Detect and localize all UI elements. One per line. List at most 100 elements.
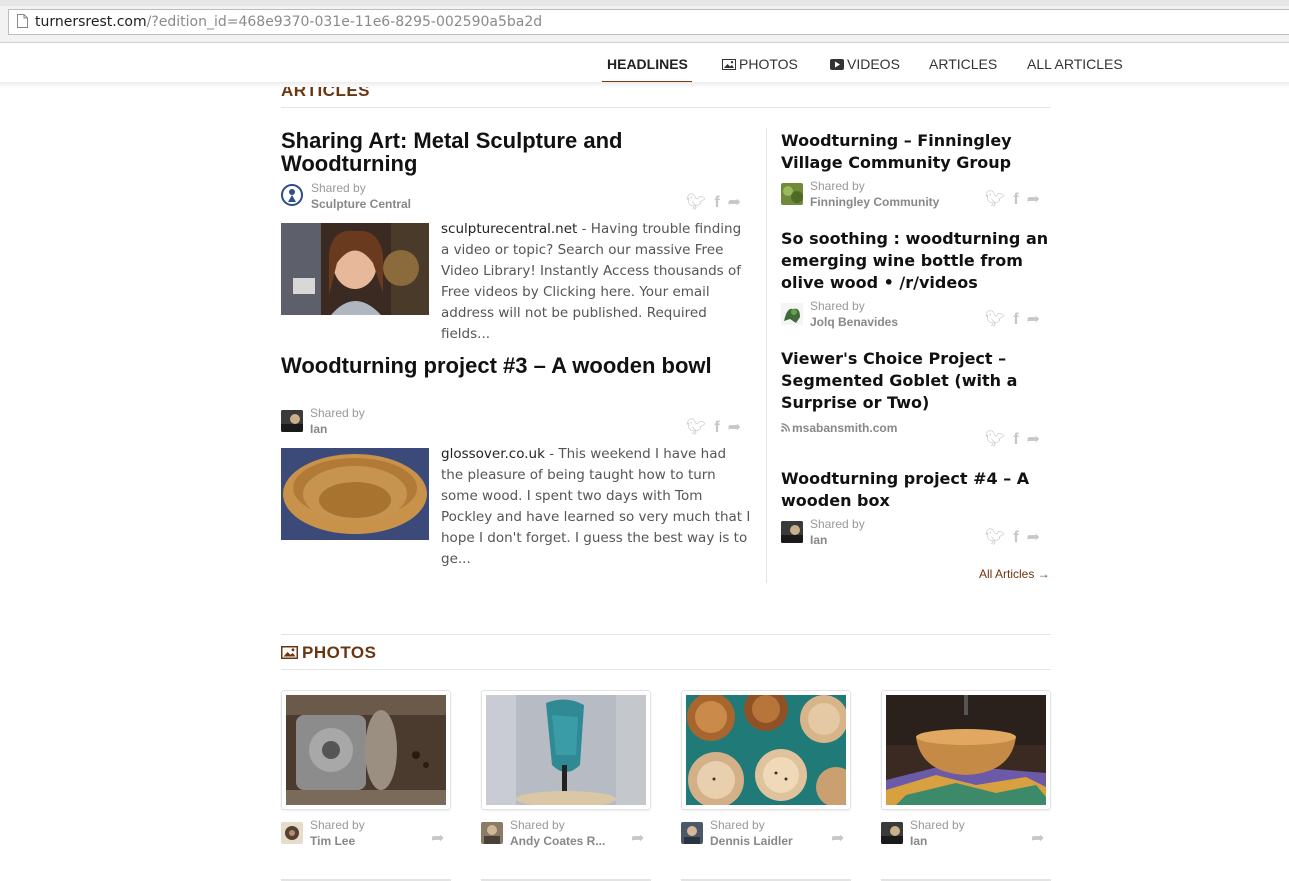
social-actions: 🐦︎ f ➦ [678, 192, 741, 212]
social-actions: ➦ [623, 828, 644, 848]
twitter-icon[interactable]: 🐦︎ [985, 429, 1005, 449]
page-icon [17, 14, 28, 28]
avatar [281, 184, 303, 206]
share-icon[interactable]: ➦ [1027, 309, 1040, 329]
photo-card[interactable] [281, 690, 451, 810]
article-title[interactable]: Sharing Art: Metal Sculpture and Woodtur… [281, 129, 751, 175]
article-excerpt-text: - This weekend I have had the pleasure o… [441, 446, 751, 567]
avatar [681, 822, 703, 844]
divider [281, 669, 1051, 670]
rss-icon [781, 423, 790, 432]
share-icon[interactable]: ➦ [728, 192, 741, 212]
image-icon [281, 646, 298, 659]
side-article-title[interactable]: Viewer's Choice Project – Segmented Gobl… [781, 348, 1051, 414]
share-icon[interactable]: ➦ [1027, 189, 1040, 209]
tab-strip [0, 0, 1289, 6]
avatar [781, 183, 803, 205]
article-thumbnail[interactable] [281, 223, 429, 315]
facebook-icon[interactable]: f [1013, 431, 1018, 449]
photo-card[interactable] [881, 690, 1051, 810]
url-host: turnersrest.com [35, 14, 147, 30]
url-path: /?edition_id=468e9370-031e-11e6-8295-002… [146, 14, 543, 30]
facebook-icon[interactable]: f [714, 419, 719, 437]
social-actions: ➦ [1023, 828, 1044, 848]
column-divider [766, 128, 767, 583]
social-actions: 🐦︎ f ➦ [977, 429, 1040, 449]
article-thumbnail[interactable] [281, 448, 429, 540]
share-icon[interactable]: ➦ [831, 828, 844, 848]
side-article-title[interactable]: So soothing : woodturning an emerging wi… [781, 228, 1056, 294]
avatar [281, 822, 303, 844]
share-icon[interactable]: ➦ [1031, 828, 1044, 848]
photo-thumbnail[interactable] [286, 695, 446, 805]
address-bar[interactable]: turnersrest.com/?edition_id=468e9370-031… [8, 9, 1289, 35]
shared-by-name[interactable]: Finningley Community [810, 195, 939, 209]
shared-by-label: Shared by [810, 299, 865, 313]
avatar [481, 822, 503, 844]
article-title[interactable]: Woodturning project #3 – A wooden bowl [281, 354, 751, 377]
shared-by-name[interactable]: Andy Coates R... [510, 834, 605, 848]
shared-by-label: Shared by [710, 818, 765, 832]
side-article-title[interactable]: Woodturning – Finningley Village Communi… [781, 130, 1051, 174]
photo-thumbnail[interactable] [686, 695, 846, 805]
social-actions: ➦ [423, 828, 444, 848]
photo-card[interactable] [481, 690, 651, 810]
feed-source-text: msabansmith.com [792, 421, 898, 435]
social-actions: 🐦︎ f ➦ [977, 309, 1040, 329]
facebook-icon[interactable]: f [714, 194, 719, 212]
shared-by-label: Shared by [910, 818, 965, 832]
shared-by-name[interactable]: Sculpture Central [311, 197, 411, 211]
facebook-icon[interactable]: f [1013, 311, 1018, 329]
shared-by-label: Shared by [311, 181, 366, 195]
nav-photos-label: PHOTOS [739, 56, 798, 72]
facebook-icon[interactable]: f [1013, 529, 1018, 547]
avatar [881, 822, 903, 844]
nav-photos[interactable]: PHOTOS [722, 56, 798, 72]
social-actions: 🐦︎ f ➦ [977, 527, 1040, 547]
social-actions: 🐦︎ f ➦ [678, 417, 741, 437]
shared-by-name[interactable]: Ian [910, 834, 927, 848]
twitter-icon[interactable]: 🐦︎ [985, 189, 1005, 209]
facebook-icon[interactable]: f [1013, 191, 1018, 209]
photo-thumbnail[interactable] [486, 695, 646, 805]
top-nav: HEADLINES PHOTOS VIDEOS ARTICLES ALL ART… [0, 43, 1289, 85]
share-icon[interactable]: ➦ [1027, 429, 1040, 449]
shared-by-name[interactable]: Tim Lee [310, 834, 355, 848]
feed-source[interactable]: msabansmith.com [781, 421, 897, 435]
twitter-icon[interactable]: 🐦︎ [686, 417, 706, 437]
shared-by-name[interactable]: Dennis Laidler [710, 834, 793, 848]
share-icon[interactable]: ➦ [631, 828, 644, 848]
article-source[interactable]: glossover.co.uk [441, 446, 545, 462]
twitter-icon[interactable]: 🐦︎ [985, 309, 1005, 329]
nav-shadow [0, 82, 1289, 88]
nav-all-articles[interactable]: ALL ARTICLES [1027, 56, 1123, 72]
photo-card[interactable] [681, 690, 851, 810]
url-text: turnersrest.com/?edition_id=468e9370-031… [35, 14, 542, 30]
shared-by-name[interactable]: Jolq Benavides [810, 315, 898, 329]
nav-headlines[interactable]: HEADLINES [607, 56, 688, 72]
play-icon [830, 59, 844, 70]
nav-videos-label: VIDEOS [847, 56, 900, 72]
shared-by-label: Shared by [810, 517, 865, 531]
divider [281, 634, 1051, 635]
photo-thumbnail[interactable] [886, 695, 1046, 805]
shared-by-label: Shared by [310, 406, 365, 420]
shared-by-name[interactable]: Ian [310, 422, 327, 436]
all-articles-link[interactable]: All Articles → [979, 567, 1050, 581]
photos-section-heading: PHOTOS [281, 643, 376, 663]
article-source[interactable]: sculpturecentral.net [441, 221, 577, 237]
article-excerpt-text: - Having trouble finding a video or topi… [441, 221, 742, 342]
avatar [781, 521, 803, 543]
article-excerpt: sculpturecentral.net - Having trouble fi… [441, 219, 751, 345]
avatar [781, 303, 803, 325]
twitter-icon[interactable]: 🐦︎ [686, 192, 706, 212]
nav-videos[interactable]: VIDEOS [830, 56, 900, 72]
nav-articles[interactable]: ARTICLES [929, 56, 997, 72]
share-icon[interactable]: ➦ [1027, 527, 1040, 547]
image-icon [722, 59, 736, 70]
share-icon[interactable]: ➦ [431, 828, 444, 848]
side-article-title[interactable]: Woodturning project #4 – A wooden box [781, 468, 1051, 512]
twitter-icon[interactable]: 🐦︎ [985, 527, 1005, 547]
share-icon[interactable]: ➦ [728, 417, 741, 437]
shared-by-name[interactable]: Ian [810, 533, 827, 547]
